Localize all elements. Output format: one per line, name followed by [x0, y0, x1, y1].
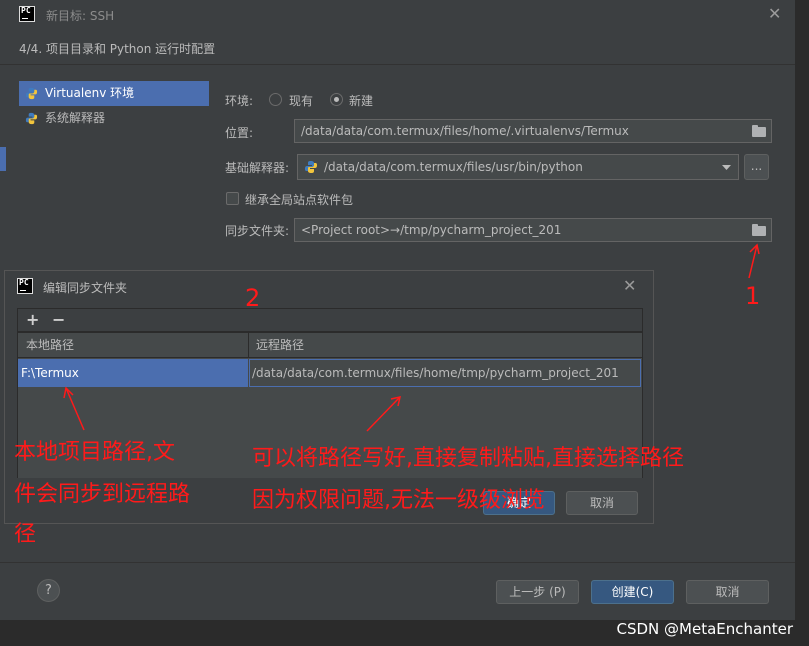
- close-icon[interactable]: ✕: [623, 278, 636, 294]
- watermark: CSDN @MetaEnchanter: [616, 620, 794, 638]
- sync-folders-field[interactable]: <Project root>→/tmp/pycharm_project_201: [294, 218, 772, 242]
- column-header-local-path[interactable]: 本地路径: [26, 333, 74, 357]
- divider: [0, 562, 795, 563]
- folder-browse-icon[interactable]: [752, 125, 766, 137]
- cell-local-path[interactable]: F:\Termux: [18, 359, 248, 387]
- cancel-button[interactable]: 取消: [566, 491, 638, 515]
- list-item-label: Virtualenv 环境: [45, 86, 135, 100]
- close-icon[interactable]: ✕: [768, 6, 781, 22]
- table-row[interactable]: F:\Termux /data/data/com.termux/files/ho…: [18, 359, 642, 387]
- cancel-button[interactable]: 取消: [686, 580, 769, 604]
- pycharm-logo-icon: PC: [17, 278, 33, 294]
- background-ide-selection: [0, 147, 6, 171]
- chevron-down-icon[interactable]: [722, 165, 731, 171]
- radio-existing[interactable]: [269, 93, 282, 106]
- annotation-number-2: 2: [245, 284, 261, 312]
- location-label: 位置:: [225, 126, 254, 140]
- list-item-system-interpreter[interactable]: 系统解释器: [19, 106, 209, 131]
- window-title: 新目标: SSH: [46, 9, 115, 23]
- background-ide: [795, 0, 809, 646]
- location-field[interactable]: /data/data/com.termux/files/home/.virtua…: [294, 119, 772, 143]
- annotation-remote-note-line2: 因为权限问题,无法一级级浏览: [252, 488, 545, 513]
- list-item-label: 系统解释器: [45, 111, 106, 125]
- title-bar: PC 新目标: SSH ✕: [0, 0, 795, 30]
- environment-type-list: Virtualenv 环境 系统解释器: [19, 81, 209, 131]
- column-header-remote-path[interactable]: 远程路径: [256, 333, 304, 357]
- help-button[interactable]: ?: [37, 579, 60, 602]
- python-icon: [25, 112, 38, 125]
- python-icon: [25, 87, 38, 100]
- environment-label: 环境:: [225, 94, 254, 108]
- base-interpreter-select[interactable]: /data/data/com.termux/files/usr/bin/pyth…: [297, 154, 739, 180]
- divider: [0, 64, 795, 65]
- annotation-local-note-line3: 径: [14, 522, 37, 547]
- radio-new-label: 新建: [349, 94, 374, 108]
- cell-remote-path[interactable]: /data/data/com.termux/files/home/tmp/pyc…: [249, 359, 641, 387]
- sync-folders-label: 同步文件夹:: [225, 224, 290, 238]
- annotation-local-note-line2: 件会同步到远程路: [14, 482, 191, 507]
- folder-browse-icon[interactable]: [752, 224, 766, 236]
- table-toolbar: + −: [17, 308, 643, 332]
- sync-folders-value: <Project root>→/tmp/pycharm_project_201: [301, 223, 562, 237]
- annotation-number-1: 1: [745, 282, 761, 310]
- list-item-virtualenv[interactable]: Virtualenv 环境: [19, 81, 209, 106]
- column-divider: [248, 333, 249, 357]
- location-value: /data/data/com.termux/files/home/.virtua…: [301, 124, 629, 138]
- table-header: 本地路径 远程路径: [17, 332, 643, 358]
- radio-existing-label: 现有: [289, 94, 314, 108]
- annotation-remote-note-line1: 可以将路径写好,直接复制粘贴,直接选择路径: [252, 446, 684, 471]
- python-icon: [305, 161, 317, 173]
- step-title: 4/4. 项目目录和 Python 运行时配置: [19, 42, 216, 56]
- add-icon[interactable]: +: [26, 310, 39, 330]
- create-button[interactable]: 创建(C): [591, 580, 674, 604]
- base-interpreter-value: /data/data/com.termux/files/usr/bin/pyth…: [324, 160, 583, 174]
- base-interpreter-label: 基础解释器:: [225, 161, 290, 175]
- previous-button[interactable]: 上一步 (P): [496, 580, 579, 604]
- pycharm-logo-icon: PC: [19, 6, 35, 22]
- inherit-global-packages-checkbox[interactable]: [226, 192, 239, 205]
- browse-interpreter-button[interactable]: ...: [744, 154, 769, 180]
- annotation-local-note-line1: 本地项目路径,文: [14, 440, 175, 465]
- inherit-global-packages-label: 继承全局站点软件包: [245, 193, 354, 207]
- dialog-title: 编辑同步文件夹: [43, 281, 128, 295]
- radio-new[interactable]: [330, 93, 343, 106]
- remove-icon[interactable]: −: [52, 310, 65, 330]
